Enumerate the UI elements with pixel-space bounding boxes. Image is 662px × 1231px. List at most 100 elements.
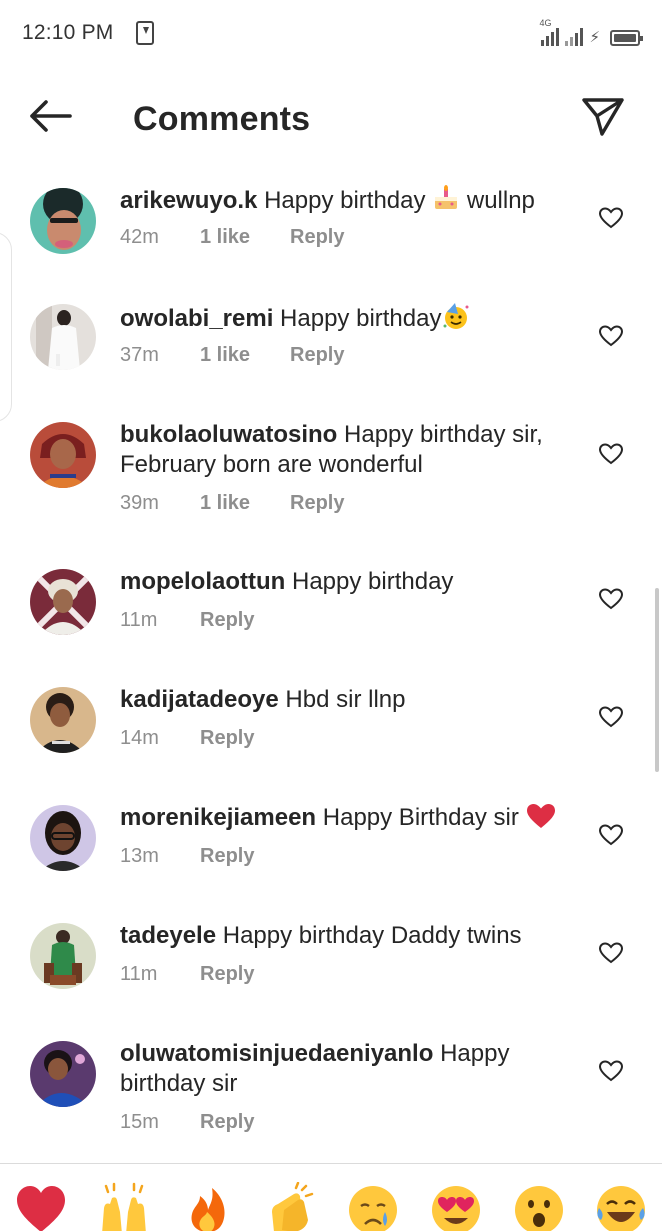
comment-body: Happy birthday <box>292 568 454 595</box>
heart-eyes-icon <box>432 1186 480 1231</box>
comment-text: oluwatomisinjuedaeniyanlo Happy birthday… <box>120 1039 580 1099</box>
partying-face-icon <box>443 303 469 329</box>
comment-body: Happy birthday Daddy twins <box>222 922 522 949</box>
crying-face-icon <box>349 1186 397 1231</box>
comment-username[interactable]: owolabi_remi <box>120 305 273 332</box>
heart-outline-icon[interactable] <box>598 206 624 230</box>
comment-username[interactable]: oluwatomisinjuedaeniyanlo <box>120 1040 433 1067</box>
header: Comments <box>0 80 662 156</box>
battery-icon <box>610 30 643 46</box>
comment-text: owolabi_remi Happy birthday <box>120 302 580 334</box>
page-title: Comments <box>133 100 311 138</box>
heart-outline-icon[interactable] <box>598 705 624 729</box>
comment-meta: 37m 1 like Reply <box>120 344 344 367</box>
comment-time: 14m <box>120 727 159 749</box>
comment-body-after: wullnp <box>466 187 535 214</box>
comment-likes[interactable]: 1 like <box>200 226 290 249</box>
reaction-crying-face[interactable] <box>347 1182 399 1231</box>
comment-username[interactable]: tadeyele <box>120 922 216 949</box>
heart-outline-icon[interactable] <box>598 442 624 466</box>
avatar[interactable] <box>30 569 96 635</box>
comment-username[interactable]: arikewuyo.k <box>120 187 257 214</box>
comment-time: 15m <box>120 1111 159 1133</box>
heart-outline-icon[interactable] <box>598 941 624 965</box>
avatar[interactable] <box>30 188 96 254</box>
heart-outline-icon[interactable] <box>598 1059 624 1083</box>
back-button[interactable] <box>26 96 74 136</box>
comment-body: Happy birthday <box>264 187 426 214</box>
comment-text: kadijatadeoye Hbd sir llnp <box>120 685 580 715</box>
avatar[interactable] <box>30 805 96 871</box>
reply-button[interactable]: Reply <box>200 727 254 750</box>
comment-username[interactable]: mopelolaottun <box>120 568 285 595</box>
reaction-surprised-face[interactable] <box>513 1182 565 1231</box>
side-panel-handle[interactable] <box>0 232 12 422</box>
network-label: 4G <box>539 18 552 28</box>
comment-meta: 13m Reply <box>120 845 254 868</box>
comment-username[interactable]: bukolaoluwatosino <box>120 421 337 448</box>
reaction-red-heart[interactable] <box>15 1182 67 1231</box>
reply-button[interactable]: Reply <box>200 609 254 632</box>
comment-likes[interactable]: 1 like <box>200 344 290 367</box>
comment-username[interactable]: kadijatadeoye <box>120 686 279 713</box>
reaction-bar <box>0 1182 662 1231</box>
comment-meta: 14m Reply <box>120 727 254 750</box>
avatar[interactable] <box>30 923 96 989</box>
comment-text: morenikejiameen Happy Birthday sir <box>120 803 580 833</box>
clapping-hands-icon <box>272 1182 314 1231</box>
comment-text: arikewuyo.k Happy birthday wullnp <box>120 184 580 216</box>
charging-icon: ⚡ <box>589 29 600 46</box>
reply-button[interactable]: Reply <box>200 845 254 868</box>
reaction-tears-of-joy[interactable] <box>595 1182 647 1231</box>
comment-body: Happy Birthday sir <box>322 804 519 831</box>
reaction-heart-eyes[interactable] <box>430 1182 482 1231</box>
share-button[interactable] <box>578 94 628 140</box>
heart-outline-icon[interactable] <box>598 324 624 348</box>
comment-meta: 39m 1 like Reply <box>120 492 344 515</box>
comment-meta: 15m Reply <box>120 1111 254 1134</box>
scrollbar[interactable] <box>655 588 659 772</box>
comment-username[interactable]: morenikejiameen <box>120 804 316 831</box>
divider <box>0 1163 662 1164</box>
comment-meta: 11m Reply <box>120 609 254 632</box>
reply-button[interactable]: Reply <box>290 492 344 515</box>
surprised-face-icon <box>515 1186 563 1231</box>
comment-text: tadeyele Happy birthday Daddy twins <box>120 921 580 951</box>
heart-outline-icon[interactable] <box>598 587 624 611</box>
comment-time: 11m <box>120 609 158 631</box>
status-indicators: 4G ⚡ <box>539 18 643 46</box>
download-icon <box>136 21 154 45</box>
birthday-cake-icon <box>435 185 458 209</box>
reply-button[interactable]: Reply <box>290 226 344 249</box>
reply-button[interactable]: Reply <box>200 1111 254 1134</box>
comment-time: 39m <box>120 492 159 514</box>
reply-button[interactable]: Reply <box>200 963 254 986</box>
tears-of-joy-icon <box>597 1186 645 1231</box>
fire-icon <box>191 1188 225 1231</box>
reply-button[interactable]: Reply <box>290 344 344 367</box>
reaction-clapping-hands[interactable] <box>264 1182 316 1231</box>
avatar[interactable] <box>30 1041 96 1107</box>
comment-time: 13m <box>120 845 159 867</box>
comment-text: mopelolaottun Happy birthday <box>120 567 580 597</box>
red-heart-icon <box>17 1186 65 1231</box>
comment-meta: 11m Reply <box>120 963 254 986</box>
comment-meta: 42m 1 like Reply <box>120 226 344 249</box>
comment-body: Hbd sir llnp <box>285 686 406 713</box>
status-bar: 12:10 PM 4G ⚡ <box>0 0 662 66</box>
comment-likes[interactable]: 1 like <box>200 492 290 515</box>
raising-hands-icon <box>102 1182 146 1231</box>
avatar[interactable] <box>30 304 96 370</box>
reaction-fire[interactable] <box>182 1182 234 1231</box>
heart-outline-icon[interactable] <box>598 823 624 847</box>
comment-body: Happy birthday <box>280 305 442 332</box>
avatar[interactable] <box>30 687 96 753</box>
paper-plane-icon <box>582 98 624 136</box>
comment-time: 11m <box>120 963 158 985</box>
signal-4g-icon: 4G <box>539 18 560 46</box>
red-heart-icon <box>526 804 555 828</box>
avatar[interactable] <box>30 422 96 488</box>
reaction-raising-hands[interactable] <box>98 1182 150 1231</box>
arrow-left-icon <box>30 100 72 132</box>
status-time: 12:10 PM <box>22 21 114 44</box>
